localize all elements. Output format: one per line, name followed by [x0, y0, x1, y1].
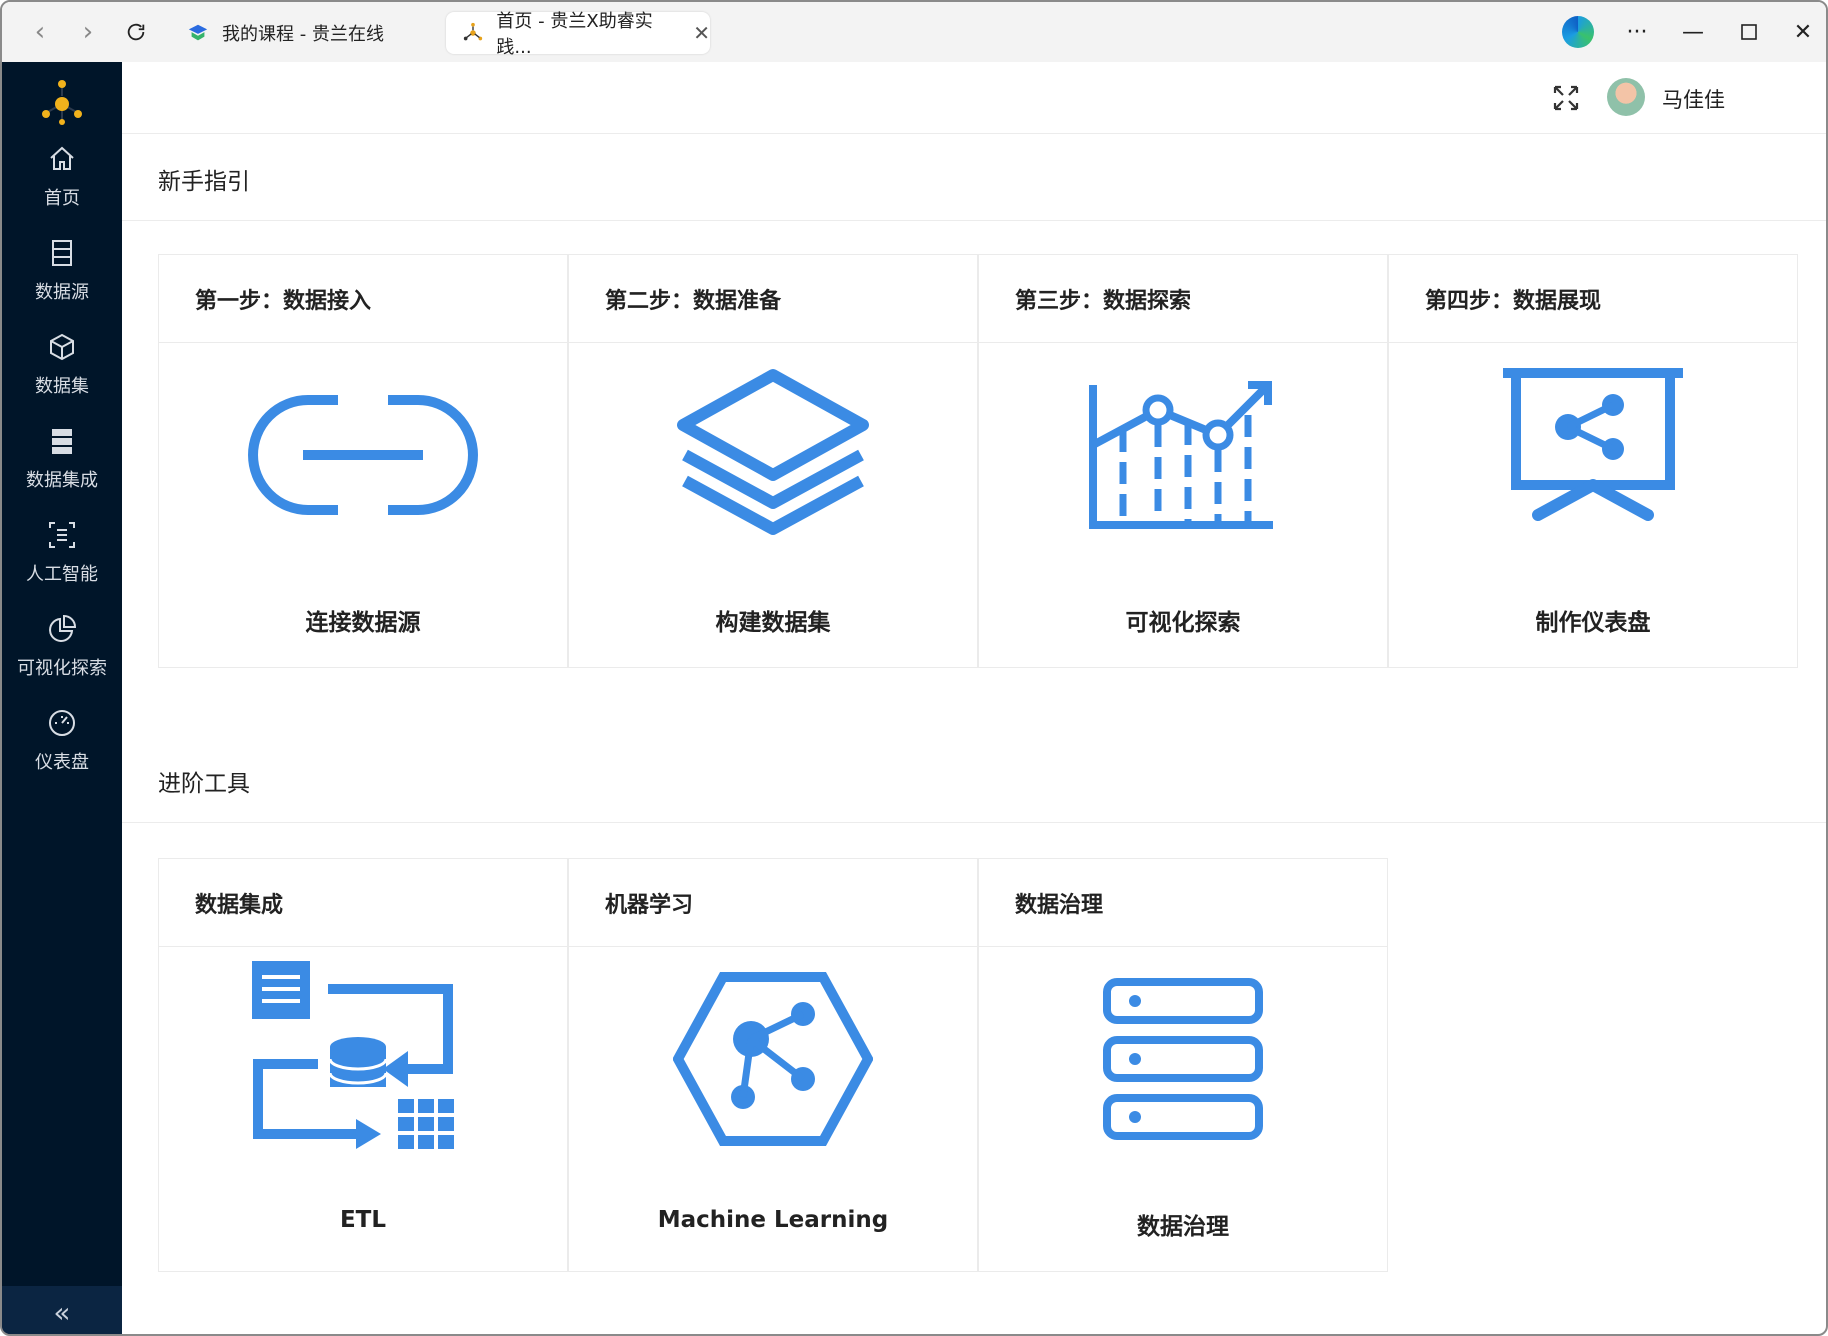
top-header: 马佳佳	[122, 62, 1826, 134]
browser-titlebar: ‹ › 我的课程 - 贵兰在线 首页 - 贵兰X助睿实践... ✕ ··· — …	[2, 2, 1826, 62]
tool-card-etl[interactable]: 数据集成 ETL	[158, 858, 568, 1272]
guide-card-connect[interactable]: 第一步：数据接入 连接数据源	[158, 254, 568, 668]
sidebar-item-home[interactable]: 首页	[2, 144, 122, 236]
tool-card-ml[interactable]: 机器学习 Machine Learning	[568, 858, 978, 1272]
etl-icon	[159, 959, 567, 1159]
server-icon	[979, 959, 1387, 1159]
sidebar-item-dataset[interactable]: 数据集	[2, 332, 122, 424]
app-logo-icon	[462, 21, 484, 45]
collapse-sidebar-button[interactable]: «	[2, 1286, 122, 1334]
course-icon	[186, 21, 210, 45]
dashboard-icon	[49, 710, 75, 736]
tab-courses[interactable]: 我的课程 - 贵兰在线	[170, 12, 432, 54]
sidebar-item-ai[interactable]: 人工智能	[2, 520, 122, 612]
browser-window: ‹ › 我的课程 - 贵兰在线 首页 - 贵兰X助睿实践... ✕ ··· — …	[0, 0, 1828, 1336]
card-label: 构建数据集	[715, 610, 831, 636]
sidebar-item-label: 数据集	[35, 376, 89, 397]
sidebar: 首页 数据源 数据集 数据集成 人工智能 可视化探索 仪表盘 «	[2, 62, 122, 1334]
section-divider	[122, 220, 1826, 221]
card-title: 第二步：数据准备	[569, 255, 977, 343]
maximize-button[interactable]	[1726, 10, 1772, 54]
tab-home[interactable]: 首页 - 贵兰X助睿实践... ✕	[446, 11, 710, 58]
sidebar-item-datasource[interactable]: 数据源	[2, 238, 122, 330]
card-title: 数据治理	[979, 859, 1387, 947]
reload-icon	[127, 23, 145, 41]
chart-icon	[979, 355, 1387, 555]
card-title: 机器学习	[569, 859, 977, 947]
card-title: 第一步：数据接入	[159, 255, 567, 343]
section-title-guide: 新手指引	[158, 169, 250, 195]
card-title: 数据集成	[159, 859, 567, 947]
sidebar-item-label: 数据源	[35, 282, 89, 303]
fullscreen-icon[interactable]	[1552, 84, 1580, 112]
close-window-button[interactable]: ✕	[1780, 10, 1826, 54]
card-title: 第四步：数据展现	[1389, 255, 1797, 343]
app-logo[interactable]	[32, 74, 92, 134]
minimize-button[interactable]: —	[1670, 10, 1716, 54]
reload-button[interactable]	[116, 12, 156, 52]
pie-icon	[49, 614, 77, 642]
ai-icon	[49, 522, 75, 548]
tab-label: 首页 - 贵兰X助睿实践...	[496, 11, 653, 58]
guide-card-dataset[interactable]: 第二步：数据准备 构建数据集	[568, 254, 978, 668]
sidebar-item-label: 数据集成	[26, 470, 98, 491]
edge-icon[interactable]	[1562, 16, 1594, 48]
close-tab-icon[interactable]: ✕	[693, 21, 710, 45]
section-divider	[122, 822, 1826, 823]
database-icon	[52, 429, 72, 454]
datasource-icon	[52, 240, 72, 266]
forward-button[interactable]: ›	[68, 12, 108, 52]
back-button[interactable]: ‹	[20, 12, 60, 52]
ml-icon	[569, 959, 977, 1159]
cube-icon	[50, 333, 74, 361]
sidebar-item-label: 人工智能	[26, 564, 98, 585]
sidebar-item-label: 首页	[44, 188, 80, 209]
avatar[interactable]	[1607, 78, 1645, 116]
guide-card-explore[interactable]: 第三步：数据探索 可视化探索	[978, 254, 1388, 668]
card-label: Machine Learning	[657, 1207, 889, 1233]
guide-card-dashboard[interactable]: 第四步：数据展现 制作仪表盘	[1388, 254, 1798, 668]
sidebar-item-label: 仪表盘	[35, 752, 89, 773]
card-label: 数据治理	[1137, 1214, 1229, 1240]
tool-card-governance[interactable]: 数据治理 数据治理	[978, 858, 1388, 1272]
card-label: 连接数据源	[305, 610, 421, 636]
section-title-tools: 进阶工具	[158, 771, 250, 797]
sidebar-item-label: 可视化探索	[17, 658, 107, 679]
card-label: 制作仪表盘	[1535, 610, 1651, 636]
card-label: 可视化探索	[1125, 610, 1241, 636]
card-title: 第三步：数据探索	[979, 255, 1387, 343]
sidebar-item-dashboard[interactable]: 仪表盘	[2, 708, 122, 800]
layers-icon	[569, 355, 977, 555]
double-chevron-left-icon: «	[53, 1295, 71, 1329]
more-icon[interactable]: ···	[1614, 10, 1660, 54]
link-icon	[159, 355, 567, 555]
tab-label: 我的课程 - 贵兰在线	[222, 24, 384, 45]
home-icon	[50, 146, 74, 170]
presentation-icon	[1389, 355, 1797, 555]
sidebar-item-visual[interactable]: 可视化探索	[2, 614, 122, 706]
card-label: ETL	[339, 1207, 387, 1233]
sidebar-item-integration[interactable]: 数据集成	[2, 426, 122, 518]
user-name[interactable]: 马佳佳	[1662, 84, 1725, 114]
